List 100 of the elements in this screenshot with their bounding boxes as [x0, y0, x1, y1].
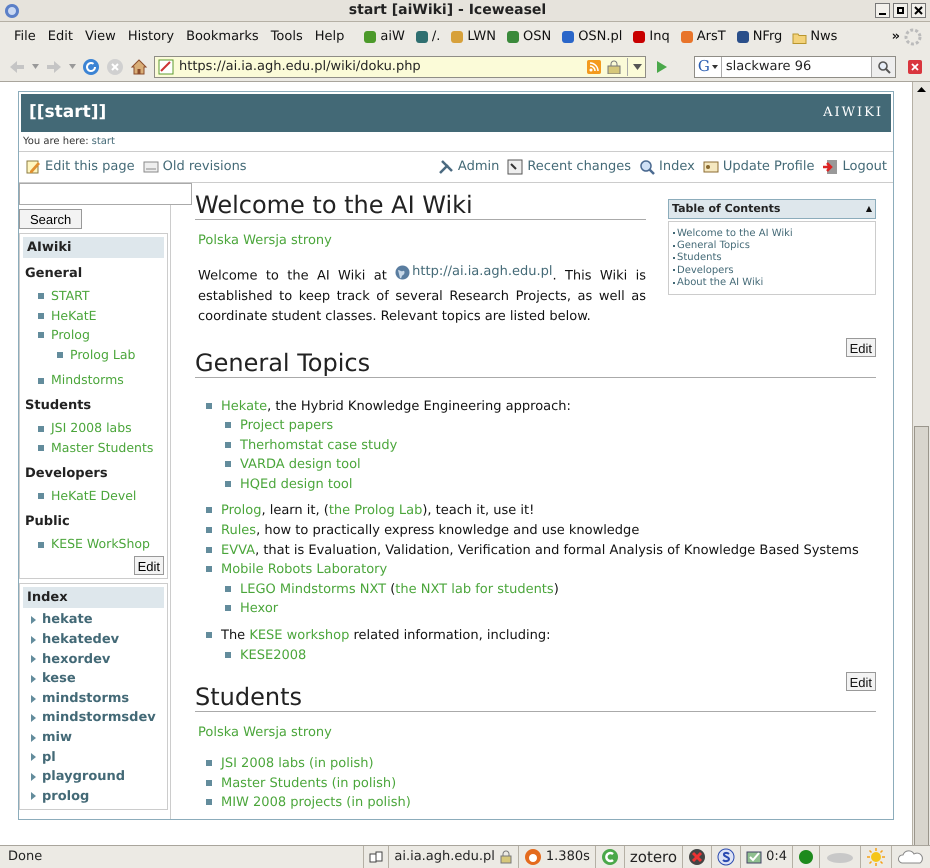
- toc-link[interactable]: About the AI Wiki: [677, 275, 764, 290]
- link[interactable]: Project papers: [240, 416, 334, 436]
- namespace-link[interactable]: pl: [42, 748, 56, 768]
- toc-link[interactable]: Developers: [677, 262, 734, 278]
- home-icon[interactable]: [130, 58, 148, 76]
- expand-icon[interactable]: [31, 753, 36, 762]
- page-title-link[interactable]: [[start]]: [29, 100, 106, 126]
- wiki-action-link[interactable]: Old revisions: [142, 157, 247, 177]
- search-engine-button[interactable]: G: [694, 56, 722, 76]
- toc-link[interactable]: Welcome to the AI Wiki: [677, 226, 793, 241]
- link[interactable]: Mobile Robots Laboratory: [221, 560, 388, 580]
- sidebar-link[interactable]: Prolog Lab: [70, 346, 136, 364]
- search-button[interactable]: Search: [19, 209, 82, 229]
- external-link[interactable]: http://ai.ia.agh.edu.pl: [395, 262, 552, 282]
- reload-icon[interactable]: [82, 58, 100, 76]
- sidebar-link[interactable]: START: [51, 286, 90, 306]
- sidebar-search-field[interactable]: [19, 183, 192, 205]
- wiki-action-link[interactable]: Admin: [438, 157, 500, 177]
- link[interactable]: JSI 2008 labs (in polish): [221, 754, 374, 774]
- app-icon[interactable]: [4, 2, 20, 18]
- link[interactable]: KESE2008: [240, 646, 306, 666]
- link[interactable]: Polska Wersja strony: [198, 725, 332, 740]
- c-icon[interactable]: [600, 848, 619, 866]
- toc-toggle[interactable]: ▲: [866, 203, 872, 215]
- breadcrumb-link[interactable]: start: [92, 134, 115, 149]
- namespace-link[interactable]: prolog: [42, 786, 90, 806]
- status-dot-icon[interactable]: [798, 849, 814, 865]
- maximize-button[interactable]: [893, 3, 908, 18]
- edit-button[interactable]: Edit: [134, 556, 164, 576]
- link[interactable]: MIW 2008 projects (in polish): [221, 793, 411, 813]
- expand-icon[interactable]: [31, 616, 36, 624]
- link[interactable]: Hekate: [221, 398, 268, 414]
- sidebar-link[interactable]: Mindstorms: [51, 371, 124, 390]
- sidebar-link[interactable]: HeKatE: [51, 306, 97, 326]
- pages-icon[interactable]: [369, 851, 384, 863]
- address-field[interactable]: https://ai.ia.agh.edu.pl/wiki/doku.php: [154, 56, 646, 78]
- wiki-logo[interactable]: AIWIKI: [823, 103, 883, 123]
- bookmark-link[interactable]: aiW: [358, 27, 410, 47]
- lock-icon[interactable]: [498, 850, 513, 864]
- edit-button[interactable]: Edit: [846, 338, 876, 356]
- menu-item[interactable]: Tools: [264, 27, 309, 47]
- link[interactable]: Polska Wersja strony: [198, 233, 332, 248]
- link[interactable]: LEGO Mindstorms NXT: [240, 582, 386, 597]
- expand-icon[interactable]: [31, 674, 36, 683]
- link[interactable]: KESE workshop: [249, 628, 350, 644]
- link[interactable]: Prolog: [221, 503, 262, 518]
- menu-item[interactable]: Edit: [42, 27, 79, 47]
- link[interactable]: Master Students (in polish): [221, 774, 396, 794]
- mail-icon[interactable]: [746, 849, 762, 865]
- search-field[interactable]: G slackware 96: [694, 56, 896, 78]
- expand-icon[interactable]: [31, 734, 36, 742]
- menu-item[interactable]: Help: [308, 27, 350, 47]
- namespace-link[interactable]: hexordev: [42, 650, 110, 670]
- sidebar-link[interactable]: JSI 2008 labs: [51, 419, 132, 438]
- bookmark-link[interactable]: /.: [410, 27, 446, 47]
- bookmark-link[interactable]: Inq: [627, 27, 675, 47]
- bookmarks-overflow-button[interactable]: »: [888, 27, 904, 47]
- caret-icon[interactable]: [32, 64, 39, 69]
- namespace-link[interactable]: mindstormsdev: [42, 708, 156, 728]
- namespace-link[interactable]: hekate: [42, 610, 93, 630]
- menu-item[interactable]: File: [8, 27, 42, 47]
- expand-icon[interactable]: [31, 792, 36, 800]
- caret-icon[interactable]: [69, 64, 76, 69]
- link[interactable]: EVVA: [221, 542, 256, 558]
- dropdown-icon[interactable]: [633, 64, 642, 70]
- bookmark-link[interactable]: NFrg: [730, 27, 788, 47]
- link[interactable]: the NXT lab for students: [395, 582, 554, 597]
- link[interactable]: VARDA design tool: [240, 455, 361, 475]
- link[interactable]: Hexor: [240, 599, 278, 620]
- wiki-action-link[interactable]: Recent changes: [507, 157, 632, 177]
- sidebar-link[interactable]: Master Students: [51, 438, 154, 458]
- link[interactable]: HQEd design tool: [240, 474, 352, 494]
- expand-icon[interactable]: [31, 636, 36, 644]
- scrollbar[interactable]: [912, 82, 930, 845]
- bookmark-link[interactable]: OSN.pl: [556, 27, 628, 47]
- namespace-link[interactable]: hekatedev: [42, 630, 120, 650]
- expand-icon[interactable]: [31, 772, 36, 781]
- bookmark-link[interactable]: LWN: [445, 27, 501, 47]
- bookmark-link[interactable]: OSN: [500, 27, 556, 47]
- bookmark-link[interactable]: Nws: [787, 27, 842, 47]
- close-button[interactable]: [911, 3, 926, 18]
- bookmark-link[interactable]: ArsT: [674, 27, 731, 47]
- menu-item[interactable]: View: [78, 27, 122, 47]
- menu-item[interactable]: History: [122, 27, 180, 47]
- wiki-action-link[interactable]: Index: [639, 157, 695, 177]
- zotero-button[interactable]: zotero: [630, 846, 678, 868]
- rss-icon[interactable]: [587, 60, 602, 74]
- namespace-link[interactable]: miw: [42, 728, 72, 748]
- expand-icon[interactable]: [31, 655, 36, 664]
- close-tab-icon[interactable]: [908, 60, 922, 74]
- wiki-action-link[interactable]: Update Profile: [702, 157, 814, 177]
- expand-icon[interactable]: [31, 714, 36, 722]
- link[interactable]: the Prolog Lab: [328, 503, 422, 518]
- namespace-link[interactable]: mindstorms: [42, 688, 130, 708]
- link[interactable]: Rules: [221, 523, 256, 538]
- search-icon[interactable]: [876, 60, 890, 74]
- minimize-button[interactable]: [875, 3, 890, 18]
- x-icon[interactable]: [688, 848, 706, 866]
- wiki-action-link[interactable]: Edit this page: [25, 157, 135, 177]
- sidebar-link[interactable]: KESE WorkShop: [51, 535, 150, 554]
